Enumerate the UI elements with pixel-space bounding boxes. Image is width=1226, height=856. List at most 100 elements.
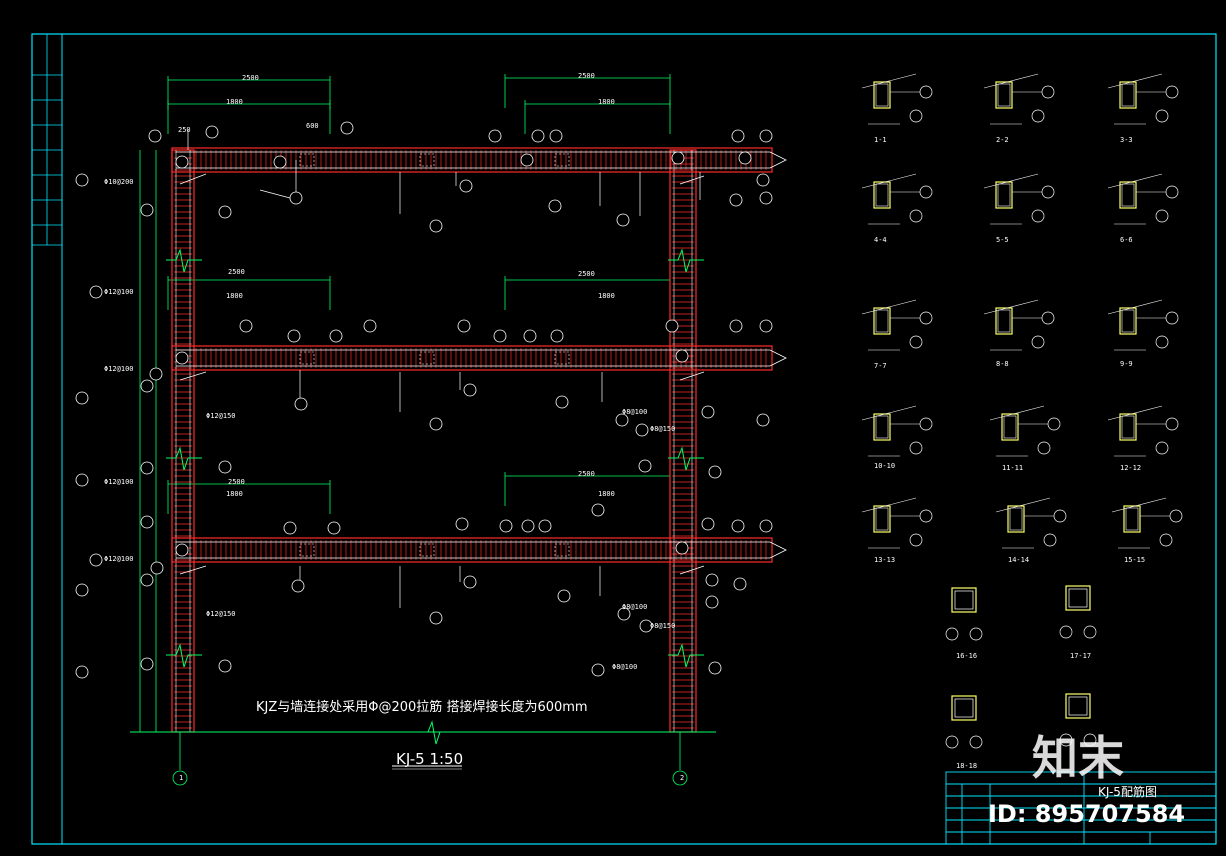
section-leader	[983, 173, 1039, 189]
section-leader	[983, 73, 1039, 89]
rebar-tag-bubble	[283, 521, 297, 535]
rebar-tag-bubble	[701, 405, 715, 419]
rebar-tag-bubble	[294, 397, 308, 411]
rebar-tag-bubble	[327, 521, 341, 535]
beam-sections	[861, 73, 1183, 749]
base-break-symbol	[420, 720, 448, 745]
beam-section-9	[1119, 307, 1137, 335]
rebar-tag-bubble	[463, 575, 477, 589]
rebar-tag-bubble	[759, 319, 773, 333]
leader-line	[179, 371, 207, 381]
beam-opening	[419, 543, 435, 557]
section-bubble	[909, 441, 923, 455]
rebar-label-6: Φ12@150	[206, 412, 236, 420]
beam-opening	[419, 351, 435, 365]
section-bubble	[1169, 509, 1183, 523]
section-bubble	[909, 533, 923, 547]
rebar-tag-bubble	[149, 367, 163, 381]
rebar-tag-bubble	[635, 423, 649, 437]
section-bubble	[909, 209, 923, 223]
binding-strip	[32, 34, 62, 246]
section-leader	[861, 405, 917, 421]
section-title: 7-7	[874, 362, 887, 370]
beam-section-stirrup	[875, 507, 889, 531]
rebar-tag-bubble	[675, 541, 689, 555]
rebar-tag-bubble	[273, 155, 287, 169]
column-section-stirrup	[1068, 696, 1088, 716]
section-title: 12-12	[1120, 464, 1142, 472]
section-bubble	[1159, 533, 1173, 547]
section-title: 6-6	[1120, 236, 1133, 244]
rebar-tag-bubble	[557, 589, 571, 603]
rebar-tag-bubble	[488, 129, 502, 143]
rebar-tag-bubble	[289, 191, 303, 205]
dim-600-a: 600	[306, 122, 319, 130]
section-leader	[995, 497, 1051, 513]
beam-opening	[554, 543, 570, 557]
dim-1800-d: 1800	[598, 292, 615, 300]
rebar-tag-bubble	[75, 473, 89, 487]
section-bubble	[919, 417, 933, 431]
section-bubble	[1031, 335, 1045, 349]
watermark-logo: 知末	[1032, 731, 1124, 785]
column-section-4	[1065, 693, 1091, 719]
section-bubble	[1041, 185, 1055, 199]
dim-1800-c: 1800	[226, 292, 243, 300]
rebar-tag-bubble	[708, 465, 722, 479]
rebar-tag-bubble	[756, 173, 770, 187]
section-bubble	[1047, 417, 1061, 431]
section-bubble	[1037, 441, 1051, 455]
rebar-tag-bubble	[89, 553, 103, 567]
rebar-tag-bubble	[287, 329, 301, 343]
rebar-tag-bubble	[671, 151, 685, 165]
leader-line	[179, 173, 207, 185]
rebar-tag-bubble	[499, 519, 513, 533]
section-title: 2-2	[996, 136, 1009, 144]
rebar-bubbles	[75, 121, 773, 679]
beam-opening	[299, 153, 315, 167]
beam-section-8	[995, 307, 1013, 335]
section-leader	[1107, 405, 1163, 421]
rebar-tag-bubble	[340, 121, 354, 135]
rebar-tag-bubble	[140, 515, 154, 529]
drawing-note: KJZ与墙连接处采用Φ@200拉筋 搭接焊接长度为600mm	[256, 700, 588, 715]
rebar-tag-bubble	[140, 203, 154, 217]
section-bubble	[1041, 311, 1055, 325]
rebar-tag-bubble	[731, 129, 745, 143]
beam-section-12	[1119, 413, 1137, 441]
beam-section-7	[873, 307, 891, 335]
rebar-tag-bubble	[729, 193, 743, 207]
rebar-tag-bubble	[550, 329, 564, 343]
rebar-label-10: Φ8@100	[622, 603, 648, 611]
rebar-tag-bubble	[89, 285, 103, 299]
rebar-tag-bubble	[75, 173, 89, 187]
section-title: 1-1	[874, 136, 887, 144]
section-leader	[861, 299, 917, 315]
beam-section-6	[1119, 181, 1137, 209]
rebar-tag-bubble	[555, 395, 569, 409]
section-bubble	[1165, 417, 1179, 431]
dim-1800-e: 1800	[226, 490, 243, 498]
section-bubble	[919, 311, 933, 325]
rebar-tag-bubble	[548, 199, 562, 213]
section-bubble	[1155, 335, 1169, 349]
watermark-id: ID: 895707584	[988, 800, 1186, 828]
rebar-tag-bubble	[175, 543, 189, 557]
rebar-tag-bubble	[218, 205, 232, 219]
section-bubble	[1155, 209, 1169, 223]
beam-section-10	[873, 413, 891, 441]
beam-section-4	[873, 181, 891, 209]
beam-section-15	[1123, 505, 1141, 533]
rebar-tag-bubble	[429, 219, 443, 233]
rebar-tag-bubble	[175, 155, 189, 169]
rebar-tag-bubble	[675, 349, 689, 363]
section-title: 8-8	[996, 360, 1009, 368]
beam-section-stirrup	[875, 83, 889, 107]
section-bubble	[1031, 109, 1045, 123]
rebar-label-9: Φ8@150	[650, 425, 676, 433]
rebar-tag-bubble	[148, 129, 162, 143]
rebar-tag-bubble	[218, 659, 232, 673]
rebar-tag-bubble	[75, 391, 89, 405]
rebar-tag-bubble	[463, 383, 477, 397]
section-bubble	[945, 735, 959, 749]
